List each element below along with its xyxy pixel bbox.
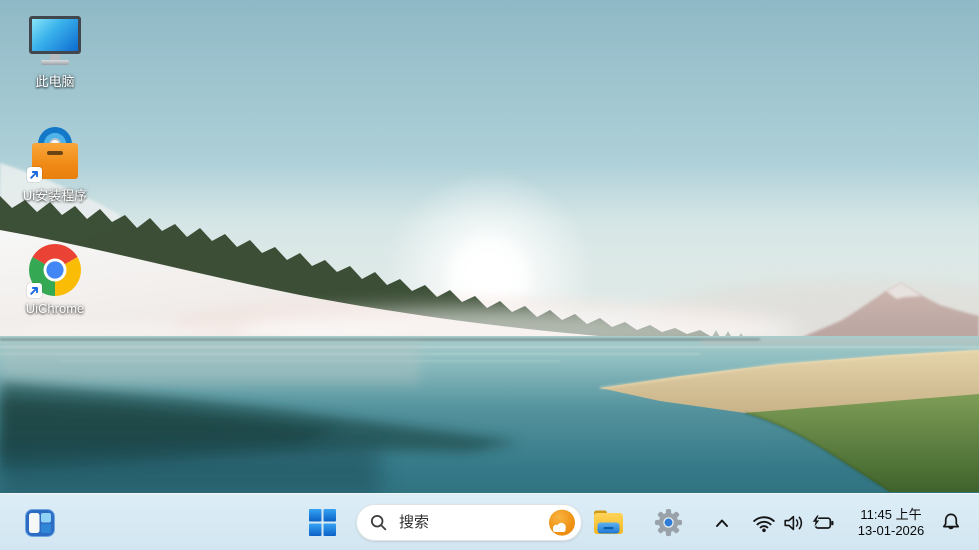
desktop-icon-ui-chrome[interactable]: UiChrome <box>12 242 98 316</box>
clock-time: 11:45 上午 <box>860 507 922 523</box>
search-icon <box>370 514 387 531</box>
desktop-icon-this-pc[interactable]: 此电脑 <box>12 12 98 90</box>
chrome-icon <box>27 242 83 298</box>
taskbar: 11:45 上午 13-01-2026 <box>0 493 979 550</box>
wifi-button[interactable] <box>748 494 780 550</box>
settings-button[interactable] <box>648 494 688 550</box>
desktop-icon-label: Ui安装程序 <box>22 188 88 203</box>
widgets-button[interactable] <box>20 494 60 550</box>
battery-charging-icon <box>811 514 834 529</box>
hidden-icons-button[interactable] <box>706 494 738 550</box>
desktop-icon-label: 此电脑 <box>35 74 75 89</box>
chevron-up-icon <box>716 519 728 527</box>
weather-icon[interactable] <box>548 509 576 537</box>
start-icon <box>308 509 336 536</box>
desktop-icon-label: UiChrome <box>25 301 85 316</box>
installer-icon <box>27 126 83 182</box>
desktop-icon-ui-installer[interactable]: Ui安装程序 <box>12 126 98 204</box>
this-pc-icon <box>27 12 83 68</box>
settings-gear-icon <box>654 508 682 537</box>
wallpaper-image <box>0 0 979 550</box>
file-explorer-icon <box>593 510 623 534</box>
volume-icon <box>783 515 802 530</box>
battery-button[interactable] <box>806 494 840 550</box>
file-explorer-button[interactable] <box>588 494 628 550</box>
search-input[interactable] <box>397 513 548 532</box>
widgets-icon <box>25 508 55 537</box>
clock[interactable]: 11:45 上午 13-01-2026 <box>848 494 934 550</box>
desktop-screen: 此电脑 Ui安装程序 UiChrome 搜索 11:45 上午 13-01-20… <box>0 0 979 550</box>
wifi-icon <box>753 516 775 533</box>
clock-date: 13-01-2026 <box>857 522 925 538</box>
shortcut-arrow-icon <box>27 283 42 298</box>
search-box[interactable] <box>356 504 582 541</box>
shortcut-arrow-icon <box>27 167 42 182</box>
notification-bell-icon <box>942 513 960 530</box>
start-button[interactable] <box>302 494 342 550</box>
notifications-button[interactable] <box>934 494 968 550</box>
